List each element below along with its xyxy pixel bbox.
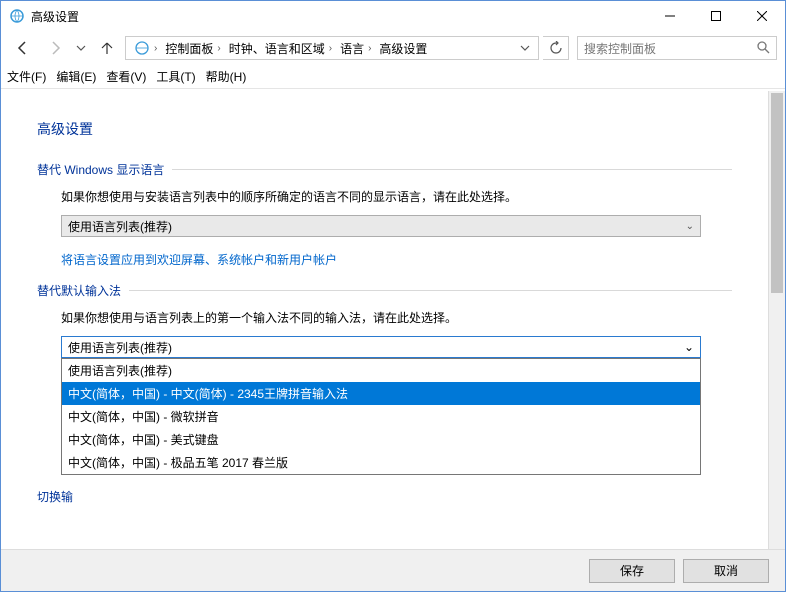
window-title: 高级设置 (31, 8, 647, 25)
dropdown-option[interactable]: 使用语言列表(推荐) (62, 359, 700, 382)
up-button[interactable] (93, 34, 121, 62)
section-title-display-lang: 替代 Windows 显示语言 (37, 161, 164, 178)
content-pane: 高级设置 替代 Windows 显示语言 如果你想使用与安装语言列表中的顺序所确… (1, 91, 768, 549)
cancel-button[interactable]: 取消 (683, 559, 769, 583)
menu-tools[interactable]: 工具(T) (156, 68, 195, 85)
page-title: 高级设置 (37, 119, 732, 139)
breadcrumb-label: 时钟、语言和区域 (229, 40, 325, 57)
menu-file[interactable]: 文件(F) (7, 68, 46, 85)
breadcrumb-seg-3[interactable]: 语言 › (336, 37, 375, 59)
search-icon (756, 40, 770, 57)
input-method-combo[interactable]: 使用语言列表(推荐) ⌄ (61, 336, 701, 358)
combo-value: 使用语言列表(推荐) (68, 218, 172, 235)
chevron-right-icon: › (329, 43, 332, 54)
dropdown-option[interactable]: 中文(简体，中国) - 极品五笔 2017 春兰版 (62, 451, 700, 474)
input-method-dropdown: 使用语言列表(推荐) 中文(简体，中国) - 中文(简体) - 2345王牌拼音… (61, 358, 701, 475)
dropdown-option[interactable]: 中文(简体，中国) - 微软拼音 (62, 405, 700, 428)
breadcrumb-dropdown[interactable] (516, 43, 534, 53)
close-button[interactable] (739, 1, 785, 31)
breadcrumb-seg-1[interactable]: 控制面板 › (161, 37, 224, 59)
chevron-right-icon: › (154, 43, 157, 54)
breadcrumb-seg-2[interactable]: 时钟、语言和区域 › (225, 37, 336, 59)
refresh-button[interactable] (543, 36, 569, 60)
forward-button[interactable] (41, 34, 69, 62)
recent-dropdown[interactable] (73, 34, 89, 62)
menu-edit[interactable]: 编辑(E) (56, 68, 96, 85)
vertical-scrollbar[interactable] (768, 91, 785, 549)
search-input[interactable]: 搜索控制面板 (577, 36, 777, 60)
menu-view[interactable]: 查看(V) (106, 68, 146, 85)
scroll-thumb[interactable] (771, 93, 783, 293)
search-placeholder: 搜索控制面板 (584, 40, 656, 57)
breadcrumb-bar[interactable]: › 控制面板 › 时钟、语言和区域 › 语言 › 高级设置 (125, 36, 539, 60)
chevron-down-icon: ⌄ (684, 340, 694, 354)
footer-bar: 保存 取消 (1, 549, 785, 591)
breadcrumb-seg-4[interactable]: 高级设置 (375, 37, 431, 59)
back-button[interactable] (9, 34, 37, 62)
display-lang-desc: 如果你想使用与安装语言列表中的顺序所确定的语言不同的显示语言，请在此处选择。 (61, 188, 732, 205)
section-title-switch-prefix: 切换输 (37, 488, 73, 505)
combo-value: 使用语言列表(推荐) (68, 339, 172, 356)
section-title-input-method: 替代默认输入法 (37, 282, 121, 299)
save-button[interactable]: 保存 (589, 559, 675, 583)
chevron-right-icon: › (368, 43, 371, 54)
breadcrumb-label: 控制面板 (165, 40, 213, 57)
maximize-button[interactable] (693, 1, 739, 31)
dropdown-option[interactable]: 中文(简体，中国) - 中文(简体) - 2345王牌拼音输入法 (62, 382, 700, 405)
chevron-down-icon: ⌄ (686, 221, 694, 232)
titlebar: 高级设置 (1, 1, 785, 31)
breadcrumb-label: 语言 (340, 40, 364, 57)
dropdown-option[interactable]: 中文(简体，中国) - 美式键盘 (62, 428, 700, 451)
chevron-right-icon: › (217, 43, 220, 54)
minimize-button[interactable] (647, 1, 693, 31)
menu-help[interactable]: 帮助(H) (206, 68, 247, 85)
input-method-desc: 如果你想使用与语言列表上的第一个输入法不同的输入法，请在此处选择。 (61, 309, 732, 326)
breadcrumb-root-icon[interactable]: › (130, 37, 161, 59)
apply-to-welcome-link[interactable]: 将语言设置应用到欢迎屏幕、系统帐户和新用户帐户 (61, 251, 337, 268)
nav-row: › 控制面板 › 时钟、语言和区域 › 语言 › 高级设置 搜索控制面板 (1, 31, 785, 65)
display-lang-combo[interactable]: 使用语言列表(推荐) ⌄ (61, 215, 701, 237)
menubar: 文件(F) 编辑(E) 查看(V) 工具(T) 帮助(H) (1, 65, 785, 89)
breadcrumb-label: 高级设置 (379, 40, 427, 57)
app-icon (9, 8, 25, 24)
